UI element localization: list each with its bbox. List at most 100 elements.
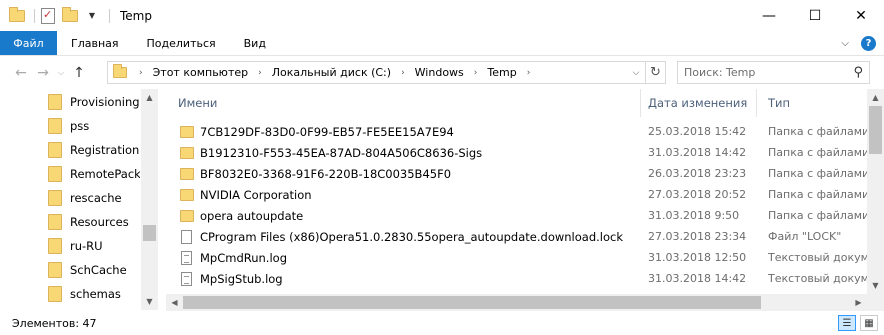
file-date: 31.03.2018 12:50 bbox=[648, 251, 747, 264]
nav-item[interactable]: RemotePackages bbox=[48, 162, 140, 186]
search-icon[interactable]: ⚲ bbox=[853, 65, 863, 80]
file-row[interactable]: MpCmdRun.log 31.03.2018 12:50 Текстовый … bbox=[166, 247, 867, 268]
file-name: NVIDIA Corporation bbox=[200, 187, 312, 202]
chevron-right-icon[interactable]: › bbox=[527, 68, 531, 78]
folder-icon bbox=[48, 214, 62, 230]
file-date: 31.03.2018 9:50 bbox=[648, 209, 740, 222]
scroll-thumb[interactable] bbox=[869, 106, 882, 154]
chevron-down-icon[interactable]: ⌵ bbox=[54, 62, 68, 84]
vertical-scrollbar[interactable]: ▲ ▼ bbox=[867, 89, 884, 294]
file-date: 26.03.2018 23:23 bbox=[648, 167, 747, 180]
breadcrumb-temp[interactable]: Temp bbox=[487, 66, 516, 79]
tab-share[interactable]: Поделиться bbox=[133, 31, 230, 55]
column-header-type[interactable]: Тип bbox=[756, 89, 867, 117]
file-date: 31.03.2018 14:42 bbox=[648, 272, 747, 285]
properties-icon[interactable] bbox=[39, 7, 57, 25]
scroll-up-arrow-icon[interactable]: ▲ bbox=[141, 89, 158, 106]
minimize-button[interactable]: — bbox=[746, 0, 792, 31]
tab-file[interactable]: Файл bbox=[0, 31, 57, 55]
column-header-row: ⌃ Имени Дата изменения Тип bbox=[166, 89, 867, 117]
forward-arrow-icon[interactable]: → bbox=[32, 62, 54, 84]
separator bbox=[109, 8, 110, 23]
scroll-left-arrow-icon[interactable]: ◀ bbox=[166, 294, 183, 311]
chevron-right-icon[interactable]: › bbox=[258, 68, 262, 78]
separator bbox=[34, 8, 35, 23]
folder-icon bbox=[48, 190, 62, 206]
maximize-button[interactable]: ☐ bbox=[792, 0, 838, 31]
up-arrow-icon[interactable]: ↑ bbox=[68, 62, 90, 84]
folder-icon bbox=[48, 118, 62, 134]
column-header-name[interactable]: Имени bbox=[166, 89, 640, 117]
file-row[interactable]: NVIDIA Corporation 27.03.2018 20:52 Папк… bbox=[166, 184, 867, 205]
folder-icon bbox=[180, 167, 194, 180]
breadcrumb-local-disk[interactable]: Локальный диск (C:) bbox=[272, 66, 391, 79]
details-view-icon[interactable]: ☰ bbox=[838, 315, 856, 331]
file-name: 7CB129DF-83D0-0F99-EB57-FE5EE15A7E94 bbox=[200, 124, 454, 139]
scroll-thumb[interactable] bbox=[143, 225, 156, 241]
address-bar[interactable]: › Этот компьютер › Локальный диск (C:) ›… bbox=[107, 61, 666, 84]
scroll-down-arrow-icon[interactable]: ▼ bbox=[867, 277, 884, 294]
folder-icon bbox=[180, 188, 194, 201]
nav-item-label: Provisioning bbox=[70, 95, 140, 109]
nav-item[interactable]: schemas bbox=[48, 282, 140, 306]
tab-home[interactable]: Главная bbox=[57, 31, 133, 55]
file-row[interactable]: BF8032E0-3368-91F6-220B-18C0035B45F0 26.… bbox=[166, 163, 867, 184]
file-date: 25.03.2018 15:42 bbox=[648, 125, 747, 138]
nav-item[interactable]: Registration bbox=[48, 138, 140, 162]
chevron-down-icon[interactable]: ⌵ bbox=[627, 68, 645, 78]
file-row[interactable]: opera autoupdate 31.03.2018 9:50 Папка с… bbox=[166, 205, 867, 226]
help-icon[interactable]: ? bbox=[861, 36, 876, 51]
file-row[interactable]: 7CB129DF-83D0-0F99-EB57-FE5EE15A7E94 25.… bbox=[166, 121, 867, 142]
folder-icon bbox=[48, 262, 62, 278]
file-row[interactable]: B1912310-F553-45EA-87AD-804A506C8636-Sig… bbox=[166, 142, 867, 163]
file-type: Папка с файлами bbox=[768, 188, 867, 201]
scroll-down-arrow-icon[interactable]: ▼ bbox=[141, 293, 158, 310]
column-header-date[interactable]: Дата изменения bbox=[636, 89, 756, 117]
nav-item[interactable]: pss bbox=[48, 114, 140, 138]
file-date: 27.03.2018 23:34 bbox=[648, 230, 747, 243]
file-name: opera autoupdate bbox=[200, 208, 304, 223]
breadcrumb-this-pc[interactable]: Этот компьютер bbox=[153, 66, 249, 79]
nav-item-label: RemotePackages bbox=[70, 167, 140, 181]
horizontal-scrollbar[interactable]: ◀ ▶ bbox=[166, 294, 867, 311]
close-button[interactable]: ✕ bbox=[838, 0, 884, 31]
ribbon-tabs: Файл Главная Поделиться Вид ⌵ ? bbox=[0, 31, 884, 56]
text-file-icon bbox=[181, 250, 192, 265]
nav-item[interactable]: ru-RU bbox=[48, 234, 140, 258]
folder-icon bbox=[113, 64, 127, 78]
back-arrow-icon[interactable]: ← bbox=[10, 62, 32, 84]
folder-icon bbox=[48, 286, 62, 302]
window-title: Temp bbox=[120, 8, 152, 23]
breadcrumb-windows[interactable]: Windows bbox=[415, 66, 464, 79]
file-row[interactable]: CProgram Files (x86)Opera51.0.2830.55ope… bbox=[166, 226, 867, 247]
file-type: Папка с файлами bbox=[768, 167, 867, 180]
chevron-right-icon[interactable]: › bbox=[474, 68, 478, 78]
nav-item[interactable]: Resources bbox=[48, 210, 140, 234]
file-row[interactable]: MpSigStub.log 31.03.2018 14:42 Текстовый… bbox=[166, 268, 867, 289]
folder-icon bbox=[8, 6, 26, 25]
nav-item[interactable]: Provisioning bbox=[48, 90, 140, 114]
search-placeholder: Поиск: Temp bbox=[684, 66, 756, 79]
chevron-down-icon[interactable]: ⌵ bbox=[841, 38, 849, 49]
chevron-down-icon[interactable]: ▼ bbox=[83, 7, 101, 25]
nav-item[interactable]: SchCache bbox=[48, 258, 140, 282]
scroll-right-arrow-icon[interactable]: ▶ bbox=[850, 294, 867, 311]
search-input[interactable]: Поиск: Temp ⚲ bbox=[677, 61, 870, 84]
nav-item-label: ru-RU bbox=[70, 239, 103, 253]
new-folder-icon[interactable] bbox=[61, 6, 79, 25]
nav-item[interactable]: rescache bbox=[48, 186, 140, 210]
chevron-right-icon[interactable]: › bbox=[139, 68, 143, 78]
folder-icon bbox=[180, 125, 194, 138]
folder-icon bbox=[48, 142, 62, 158]
scroll-up-arrow-icon[interactable]: ▲ bbox=[867, 89, 884, 106]
chevron-right-icon[interactable]: › bbox=[401, 68, 405, 78]
file-type: Папка с файлами bbox=[768, 209, 867, 222]
large-icons-view-icon[interactable]: ▦ bbox=[860, 315, 878, 331]
title-bar: ▼ Temp — ☐ ✕ bbox=[0, 0, 884, 31]
scroll-thumb[interactable] bbox=[183, 296, 761, 309]
tab-view[interactable]: Вид bbox=[230, 31, 280, 55]
nav-scrollbar[interactable]: ▲ ▼ bbox=[141, 89, 158, 310]
scroll-corner bbox=[867, 294, 884, 311]
refresh-icon[interactable]: ↻ bbox=[645, 62, 665, 83]
status-bar: Элементов: 47 ☰ ▦ bbox=[0, 311, 884, 335]
